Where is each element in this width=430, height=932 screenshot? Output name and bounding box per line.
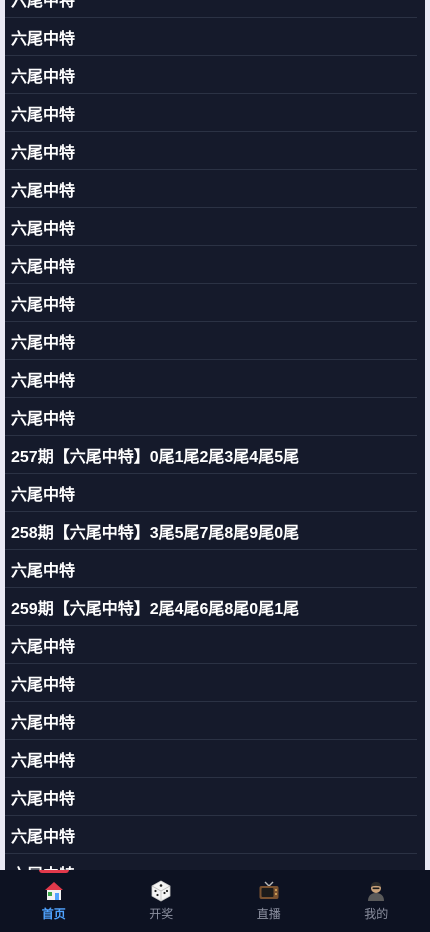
- list-item-text: 六尾中特: [11, 30, 76, 48]
- list-item[interactable]: 六尾中特: [5, 854, 417, 871]
- list-item-text: 六尾中特: [11, 790, 76, 808]
- list-item-text: 六尾中特: [11, 258, 76, 276]
- tab-home-label: 首页: [41, 907, 66, 921]
- list-item[interactable]: 六尾中特: [5, 208, 417, 246]
- list-item[interactable]: 六尾中特: [5, 360, 417, 398]
- list-item-text: 六尾中特: [11, 562, 76, 580]
- list-item[interactable]: 257期【六尾中特】0尾1尾2尾3尾4尾5尾: [5, 436, 417, 474]
- list-item-text: 六尾中特: [11, 752, 76, 770]
- tab-profile-label: 我的: [364, 907, 389, 921]
- list-item[interactable]: 六尾中特: [5, 322, 417, 360]
- content-panel: 六尾中特 六尾中特 六尾中特 六尾中特 六尾中特 六尾中特 六尾中特 六尾中特 …: [5, 0, 425, 870]
- list-item[interactable]: 六尾中特: [5, 626, 417, 664]
- list-item[interactable]: 六尾中特: [5, 550, 417, 588]
- tab-lottery-results-label: 开奖: [149, 907, 174, 921]
- tab-lottery-results[interactable]: 开奖: [108, 870, 216, 932]
- list-item[interactable]: 六尾中特: [5, 398, 417, 436]
- list-item-text: 六尾中特: [11, 410, 76, 428]
- tv-icon: [259, 881, 279, 899]
- list-item-text: 六尾中特: [11, 68, 76, 86]
- home-icon: [44, 882, 63, 900]
- dice-icon: [151, 880, 171, 902]
- list-item-text: 六尾中特: [11, 372, 76, 390]
- list-item-text: 六尾中特: [11, 638, 76, 656]
- list-item[interactable]: 六尾中特: [5, 0, 417, 18]
- list-item-text: 六尾中特: [11, 182, 76, 200]
- tab-home[interactable]: 首页: [0, 870, 108, 932]
- list-item[interactable]: 六尾中特: [5, 664, 417, 702]
- prediction-list: 六尾中特 六尾中特 六尾中特 六尾中特 六尾中特 六尾中特 六尾中特 六尾中特 …: [5, 0, 425, 870]
- list-item-text: 258期【六尾中特】3尾5尾7尾8尾9尾0尾: [11, 524, 300, 542]
- list-item-text: 六尾中特: [11, 220, 76, 238]
- list-item[interactable]: 六尾中特: [5, 94, 417, 132]
- list-item-text: 六尾中特: [11, 334, 76, 352]
- list-item[interactable]: 六尾中特: [5, 740, 417, 778]
- list-item-text: 六尾中特: [11, 828, 76, 846]
- list-item[interactable]: 六尾中特: [5, 246, 417, 284]
- list-item-text: 六尾中特: [11, 106, 76, 124]
- list-item[interactable]: 六尾中特: [5, 284, 417, 322]
- list-item[interactable]: 六尾中特: [5, 816, 417, 854]
- list-item-text: 六尾中特: [11, 144, 76, 162]
- list-item[interactable]: 六尾中特: [5, 18, 417, 56]
- tab-live-label: 直播: [256, 907, 281, 921]
- list-item-text: 六尾中特: [11, 0, 76, 10]
- list-item-text: 259期【六尾中特】2尾4尾6尾8尾0尾1尾: [11, 600, 300, 618]
- list-item-text: 六尾中特: [11, 296, 76, 314]
- list-item[interactable]: 259期【六尾中特】2尾4尾6尾8尾0尾1尾: [5, 588, 417, 626]
- list-item-text: 六尾中特: [11, 486, 76, 504]
- list-item[interactable]: 六尾中特: [5, 56, 417, 94]
- list-item[interactable]: 六尾中特: [5, 170, 417, 208]
- list-item-text: 六尾中特: [11, 714, 76, 732]
- list-item[interactable]: 六尾中特: [5, 132, 417, 170]
- user-avatar-icon: [368, 882, 385, 901]
- list-item-text: 六尾中特: [11, 676, 76, 694]
- list-item-text: 六尾中特: [11, 861, 75, 871]
- list-item-text: 257期【六尾中特】0尾1尾2尾3尾4尾5尾: [11, 448, 300, 466]
- list-item[interactable]: 六尾中特: [5, 702, 417, 740]
- list-item[interactable]: 258期【六尾中特】3尾5尾7尾8尾9尾0尾: [5, 512, 417, 550]
- list-item[interactable]: 六尾中特: [5, 778, 417, 816]
- active-tab-indicator: [38, 870, 69, 873]
- bottom-tab-bar: 首页 开奖 直播 我的: [0, 870, 430, 932]
- list-item[interactable]: 六尾中特: [5, 474, 417, 512]
- tab-profile[interactable]: 我的: [323, 870, 430, 932]
- tab-live[interactable]: 直播: [215, 870, 323, 932]
